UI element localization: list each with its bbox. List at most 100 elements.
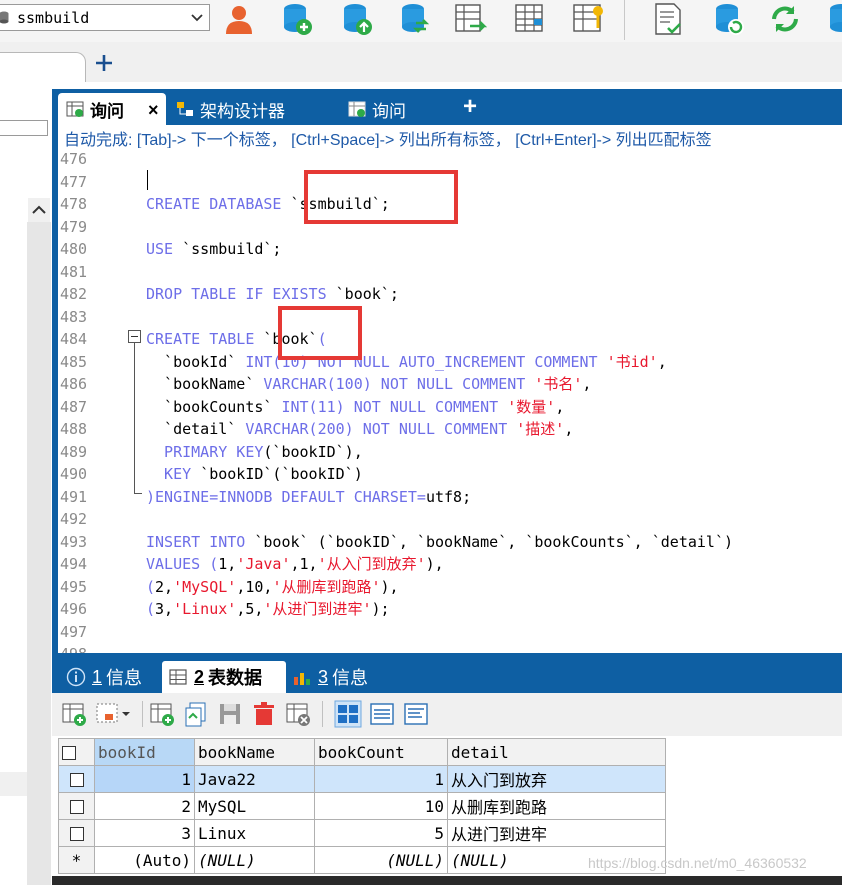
code-token: '书id' — [606, 352, 658, 371]
line-number: 482 — [60, 285, 88, 303]
connection-tab[interactable] — [0, 52, 86, 82]
tab-query-1[interactable]: 询问 × — [58, 93, 166, 125]
add-tab-button[interactable]: + — [456, 93, 484, 121]
object-filter-input[interactable] — [0, 120, 48, 136]
tab-info-1[interactable]: 1 信息 — [66, 661, 162, 693]
form-view-icon[interactable] — [368, 700, 396, 728]
cell-bookid[interactable]: 1 — [94, 765, 195, 793]
insert-row-icon[interactable] — [60, 700, 88, 728]
autocomplete-hint: 自动完成: [Tab]-> 下一个标签， [Ctrl+Space]-> 列出所有… — [64, 132, 712, 149]
cell-bookcount[interactable]: 5 — [314, 819, 448, 847]
scroll-up-icon[interactable] — [28, 198, 50, 222]
tab-query-1-label: 询问 — [90, 101, 124, 121]
fold-collapse-icon[interactable] — [128, 330, 141, 343]
close-tab-icon[interactable]: × — [148, 100, 159, 121]
text-view-icon[interactable] — [402, 700, 430, 728]
database-sync-icon[interactable] — [396, 2, 434, 36]
cell-bookname[interactable]: Java22 — [194, 765, 315, 793]
column-header-bookcount[interactable]: bookCount — [314, 738, 448, 766]
row-checkbox[interactable] — [58, 792, 95, 820]
cell-bookcount[interactable]: 10 — [314, 792, 448, 820]
line-number: 476 — [60, 150, 88, 168]
column-header-bookname[interactable]: bookName — [194, 738, 315, 766]
tab-table-data[interactable]: 2 表数据 — [162, 661, 286, 693]
database-upload-icon[interactable] — [338, 2, 376, 36]
copy-icon[interactable] — [182, 700, 210, 728]
code-token: VARCHAR(100) NOT NULL COMMENT — [263, 375, 535, 393]
green-refresh-icon[interactable] — [766, 2, 804, 36]
cell-bookid[interactable]: 3 — [94, 819, 195, 847]
add-row-icon[interactable] — [148, 700, 176, 728]
cell-detail[interactable]: 从删库到跑路 — [447, 792, 666, 820]
database-icon[interactable] — [824, 2, 842, 36]
cell-bookname-new[interactable]: (NULL) — [194, 846, 315, 874]
plus-icon[interactable] — [93, 52, 115, 74]
cell-detail[interactable]: 从入门到放弃 — [447, 765, 666, 793]
tab-info-3[interactable]: 3 信息 — [292, 661, 382, 693]
table-key-icon[interactable] — [570, 2, 608, 36]
cell-bookname[interactable]: MySQL — [194, 792, 315, 820]
grid-view-icon[interactable] — [334, 700, 362, 728]
row-checkbox[interactable] — [58, 765, 95, 793]
code-line: PRIMARY KEY(`bookID`), — [146, 441, 363, 463]
column-header-detail[interactable]: detail — [447, 738, 666, 766]
save-icon[interactable] — [216, 700, 244, 728]
line-number: 477 — [60, 172, 88, 191]
code-token: '从删库到跑路' — [272, 577, 381, 596]
tab-query-2[interactable]: 询问 — [346, 93, 446, 125]
toolbar-separator — [142, 701, 143, 727]
column-header-bookid[interactable]: bookId — [94, 738, 195, 766]
database-add-icon[interactable] — [278, 2, 316, 36]
code-token: `bookName` — [146, 375, 264, 393]
table-row[interactable]: 3 Linux 5 从进门到进牢 — [58, 819, 666, 847]
row-checkbox[interactable] — [58, 819, 95, 847]
schema-designer-icon — [177, 102, 193, 116]
tab-info-1-label: 信息 — [106, 668, 143, 688]
code-line: `bookId` INT(10) NOT NULL AUTO_INCREMENT… — [146, 351, 667, 373]
tab-info-1-number: 1 — [92, 666, 103, 687]
line-number: 478 — [60, 195, 88, 213]
line-number: 491 — [60, 487, 88, 506]
database-select[interactable]: ssmbuild — [0, 4, 210, 31]
table-export-icon[interactable] — [452, 2, 490, 36]
cell-bookname[interactable]: Linux — [194, 819, 315, 847]
code-line: INSERT INTO `book` (`bookID`, `bookName`… — [146, 531, 733, 553]
fold-guide-end — [134, 493, 142, 494]
object-browser-scrollbar[interactable] — [27, 222, 51, 885]
code-token: KEY — [146, 465, 201, 483]
database-refresh-icon[interactable] — [710, 2, 748, 36]
line-number: 483 — [60, 307, 88, 326]
line-number: 495 — [60, 577, 88, 596]
cell-bookid[interactable]: 2 — [94, 792, 195, 820]
code-token: ,5, — [236, 600, 264, 618]
filter-dropdown-icon[interactable] — [94, 700, 136, 728]
line-number: 488 — [60, 420, 88, 438]
cell-detail[interactable]: 从进门到进牢 — [447, 819, 666, 847]
line-number: 489 — [60, 442, 88, 461]
table-row[interactable]: 2 MySQL 10 从删库到跑路 — [58, 792, 666, 820]
code-token: `bookCounts` — [146, 397, 282, 416]
code-line: KEY `bookID`(`bookID`) — [146, 463, 363, 485]
cell-bookcount-new[interactable]: (NULL) — [314, 846, 448, 874]
tab-table-data-label: 表数据 — [208, 668, 263, 688]
refresh-grid-icon[interactable] — [284, 700, 312, 728]
tab-info-3-label: 信息 — [332, 668, 369, 688]
result-grid[interactable]: bookId bookName bookCount detail 1 Java2… — [58, 738, 666, 874]
sql-editor[interactable]: 476 477 478 CREATE DATABASE `ssmbuild`; 479 4… — [52, 148, 842, 653]
line-number: 486 — [60, 375, 88, 393]
code-token: ), — [380, 577, 399, 596]
tab-schema-designer[interactable]: 架构设计器 — [172, 93, 342, 125]
chevron-down-icon[interactable] — [188, 8, 206, 27]
table-row[interactable]: 1 Java22 1 从入门到放弃 — [58, 765, 666, 793]
delete-icon[interactable] — [250, 700, 278, 728]
code-token: '从进门到进牢' — [263, 600, 372, 618]
table-grid-icon[interactable] — [512, 2, 550, 36]
user-icon[interactable] — [220, 2, 258, 36]
cell-bookid-new[interactable]: (Auto) — [94, 846, 195, 874]
cell-bookcount[interactable]: 1 — [314, 765, 448, 793]
new-row[interactable]: * (Auto) (NULL) (NULL) (NULL) — [58, 846, 666, 874]
document-check-icon[interactable] — [650, 2, 688, 36]
line-number: 490 — [60, 465, 88, 483]
select-all-checkbox[interactable] — [58, 738, 95, 766]
code-token: , — [582, 375, 592, 393]
